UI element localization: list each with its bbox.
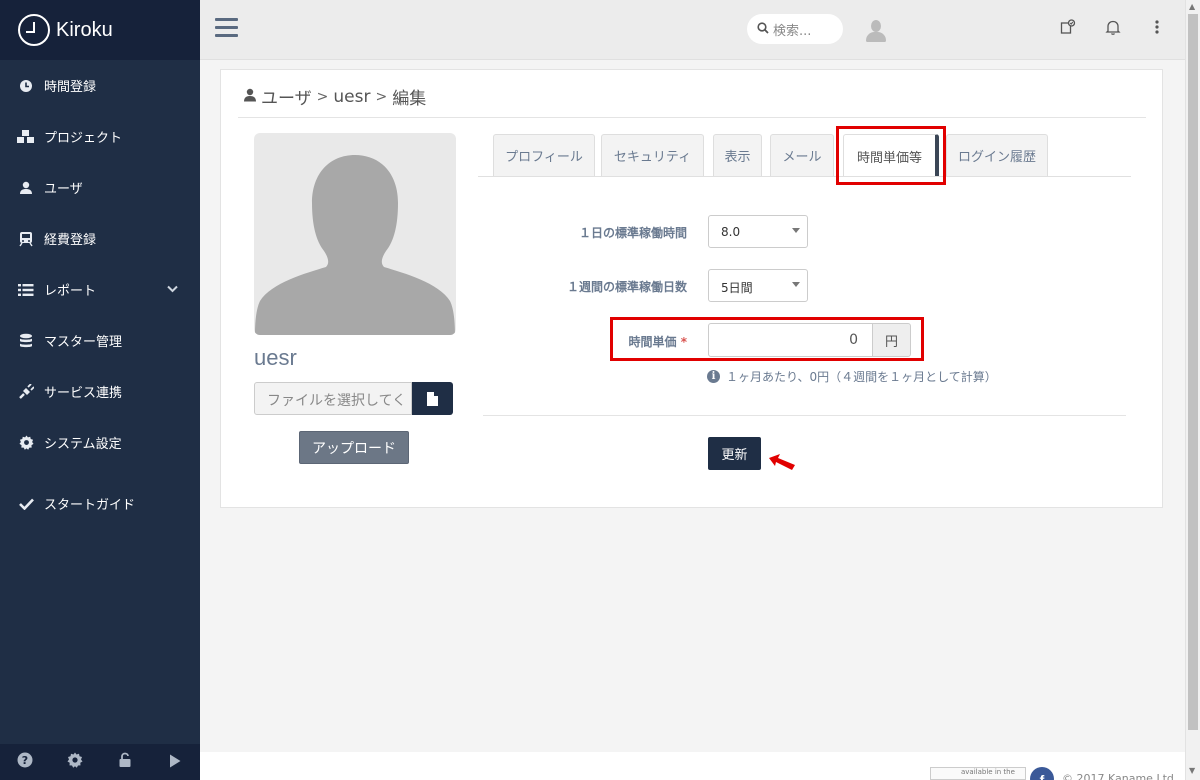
database-icon: [16, 331, 36, 351]
sidebar-item-start-guide[interactable]: スタートガイド: [0, 478, 200, 529]
chevron-down-icon[interactable]: [167, 282, 178, 296]
tab-mail[interactable]: メール: [770, 134, 834, 176]
gear-icon[interactable]: [65, 752, 85, 772]
file-icon: [427, 391, 438, 406]
search-icon: [757, 21, 769, 37]
file-select-input[interactable]: ファイルを選択してく: [254, 382, 412, 415]
red-arrow-icon: [769, 454, 795, 470]
tab-security[interactable]: セキュリティ: [601, 134, 704, 176]
caret-down-icon: [792, 228, 800, 233]
sidebar-item-label: システム設定: [44, 437, 122, 452]
user-icon: [243, 88, 257, 106]
breadcrumb-separator: >: [316, 88, 329, 105]
sidebar: Kiroku 時間登録 プロジェクト ユーザ 経費登録 レポート マスター管理 …: [0, 0, 200, 780]
unlock-icon[interactable]: [115, 752, 135, 772]
sidebar-item-label: スタートガイド: [44, 498, 136, 513]
sidebar-spacer: [0, 468, 200, 478]
sidebar-footer: ?: [0, 744, 200, 780]
file-browse-button[interactable]: [412, 382, 453, 415]
sidebar-item-integrations[interactable]: サービス連携: [0, 366, 200, 417]
check-icon: [16, 494, 36, 514]
svg-text:?: ?: [22, 754, 28, 767]
update-button[interactable]: 更新: [708, 437, 761, 470]
caret-down-icon: [792, 282, 800, 287]
brand[interactable]: Kiroku: [0, 0, 200, 60]
user-edit-panel: ユーザ > uesr > 編集 uesr ファイルを選択してく アップロード プ…: [220, 69, 1163, 508]
brand-name: Kiroku: [56, 18, 113, 41]
user-icon: [16, 178, 36, 198]
breadcrumb-separator: >: [375, 88, 388, 105]
daily-hours-label: １日の標準稼働時間: [578, 226, 687, 240]
profile-username: uesr: [254, 345, 297, 370]
tab-profile[interactable]: プロフィール: [493, 134, 595, 176]
list-icon: [16, 280, 36, 300]
sidebar-item-label: 経費登録: [44, 233, 97, 248]
play-icon[interactable]: [165, 753, 185, 772]
tasks-icon[interactable]: [1060, 19, 1076, 39]
sidebar-item-system-settings[interactable]: システム設定: [0, 417, 200, 468]
sidebar-item-reports[interactable]: レポート: [0, 264, 200, 315]
help-text-content: １ヶ月あたり、0円（４週間を１ヶ月として計算）: [726, 370, 997, 384]
weekly-days-value: 5日間: [721, 281, 753, 295]
help-icon[interactable]: ?: [15, 752, 35, 772]
upload-button[interactable]: アップロード: [299, 431, 409, 464]
topbar: 検索...: [200, 0, 1185, 60]
breadcrumb: ユーザ > uesr > 編集: [243, 84, 426, 109]
highlight-annotation: [610, 317, 924, 361]
facebook-icon[interactable]: f: [1030, 767, 1054, 780]
sidebar-item-users[interactable]: ユーザ: [0, 162, 200, 213]
sidebar-item-label: レポート: [44, 284, 97, 299]
sidebar-item-label: マスター管理: [44, 335, 123, 350]
scroll-up-icon[interactable]: ▲: [1189, 2, 1195, 11]
breadcrumb-section[interactable]: ユーザ: [261, 84, 312, 109]
cubes-icon: [16, 127, 36, 147]
clock-icon: [16, 76, 36, 96]
plug-icon: [16, 382, 36, 402]
breadcrumb-user[interactable]: uesr: [333, 87, 370, 107]
sidebar-item-label: ユーザ: [44, 182, 83, 197]
app-store-badge[interactable]: available in the: [930, 767, 1026, 780]
bell-icon[interactable]: [1105, 19, 1121, 39]
person-silhouette-icon: [255, 155, 455, 335]
help-text: i １ヶ月あたり、0円（４週間を１ヶ月として計算）: [707, 368, 997, 385]
weekly-days-select[interactable]: 5日間: [708, 269, 808, 302]
clock-logo-icon: [18, 14, 50, 46]
copyright: © 2017 Kaname Ltd: [1062, 772, 1174, 780]
hamburger-menu-icon[interactable]: [215, 18, 238, 38]
highlight-annotation: [836, 126, 946, 185]
profile-avatar: [254, 133, 456, 335]
user-avatar-icon[interactable]: [866, 20, 886, 44]
sidebar-item-label: 時間登録: [44, 80, 97, 95]
scroll-down-icon[interactable]: ▼: [1189, 766, 1195, 775]
sidebar-item-master[interactable]: マスター管理: [0, 315, 200, 366]
weekly-days-label: １週間の標準稼働日数: [566, 280, 687, 294]
sidebar-item-expenses[interactable]: 経費登録: [0, 213, 200, 264]
footer: available in the f © 2017 Kaname Ltd: [200, 752, 1185, 780]
tab-login-history[interactable]: ログイン履歴: [946, 134, 1048, 176]
divider: [483, 415, 1126, 416]
search-placeholder: 検索...: [773, 23, 812, 39]
gear-icon: [16, 433, 36, 453]
tabs-divider: [478, 176, 1131, 177]
divider: [238, 117, 1146, 118]
sidebar-item-time-entry[interactable]: 時間登録: [0, 60, 200, 111]
scroll-thumb[interactable]: [1188, 14, 1198, 730]
sidebar-item-projects[interactable]: プロジェクト: [0, 111, 200, 162]
info-icon: i: [707, 370, 720, 383]
sidebar-item-label: プロジェクト: [44, 131, 123, 146]
scrollbar[interactable]: ▲ ▼: [1185, 0, 1200, 780]
daily-hours-value: 8.0: [721, 225, 741, 239]
sidebar-item-label: サービス連携: [44, 386, 123, 401]
breadcrumb-action: 編集: [392, 89, 427, 109]
sidebar-nav: 時間登録 プロジェクト ユーザ 経費登録 レポート マスター管理 サービス連携 …: [0, 60, 200, 529]
train-icon: [16, 229, 36, 249]
tab-display[interactable]: 表示: [713, 134, 762, 176]
daily-hours-select[interactable]: 8.0: [708, 215, 808, 248]
more-vertical-icon[interactable]: [1154, 19, 1160, 39]
search-input[interactable]: 検索...: [747, 14, 843, 44]
